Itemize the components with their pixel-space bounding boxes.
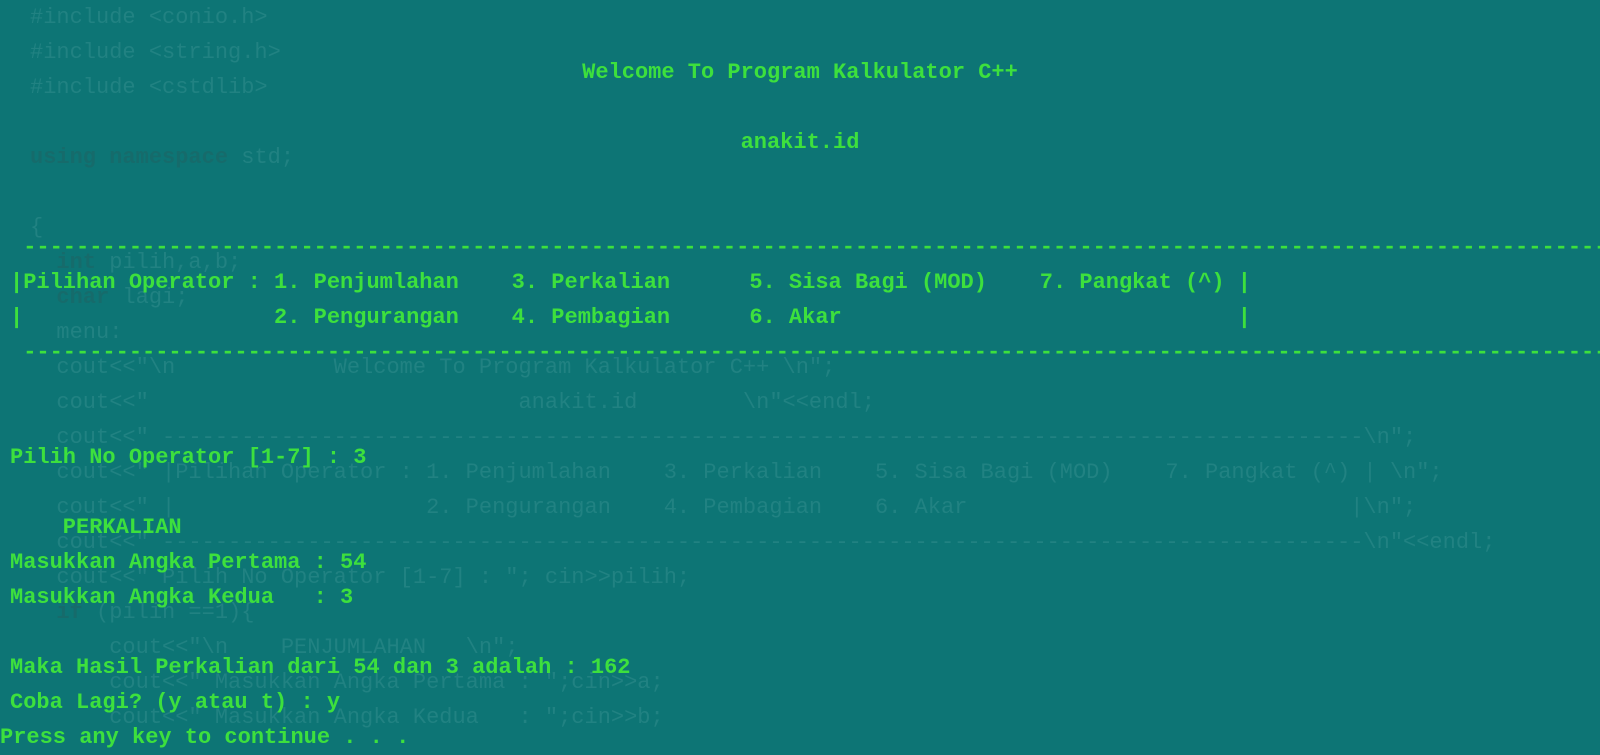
input-second-number: Masukkan Angka Kedua : 3 <box>10 585 353 610</box>
retry-prompt: Coba Lagi? (y atau t) : y <box>10 690 340 715</box>
input-first-number: Masukkan Angka Pertama : 54 <box>10 550 366 575</box>
press-any-key: Press any key to continue . . . <box>0 725 409 750</box>
console-output: Welcome To Program Kalkulator C++ anakit… <box>0 0 1600 755</box>
dash-bottom: ----------------------------------------… <box>0 340 1600 365</box>
dash-top: ----------------------------------------… <box>0 235 1600 260</box>
operator-row-2: | 2. Pengurangan 4. Pembagian 6. Akar | <box>0 305 1251 330</box>
program-subtitle: anakit.id <box>0 125 1600 160</box>
operator-row-1: |Pilihan Operator : 1. Penjumlahan 3. Pe… <box>0 270 1251 295</box>
program-title: Welcome To Program Kalkulator C++ <box>0 55 1600 90</box>
result-output: Maka Hasil Perkalian dari 54 dan 3 adala… <box>10 655 631 680</box>
operation-label: PERKALIAN <box>10 515 182 540</box>
pick-operator-prompt: Pilih No Operator [1-7] : 3 <box>10 445 366 470</box>
session-block: Pilih No Operator [1-7] : 3 PERKALIAN Ma… <box>0 405 1600 720</box>
